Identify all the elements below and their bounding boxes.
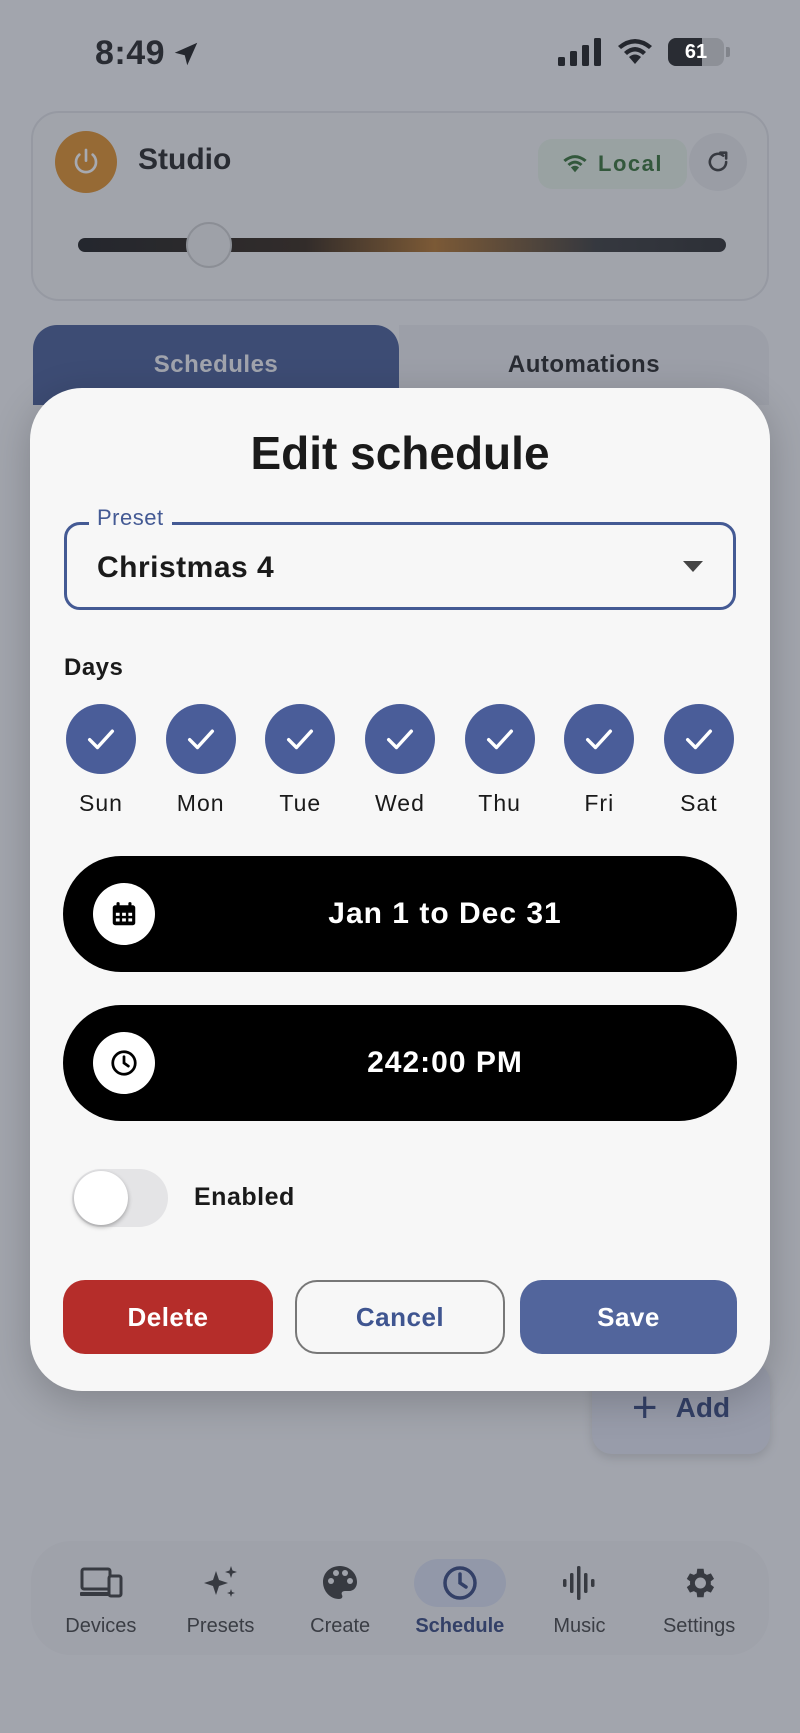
- time-text: 242:00 PM: [367, 1046, 523, 1079]
- day-toggle-mon[interactable]: Mon: [164, 704, 238, 817]
- day-label: Fri: [584, 790, 615, 816]
- day-label: Mon: [176, 790, 225, 816]
- day-toggle-fri[interactable]: Fri: [562, 704, 636, 817]
- day-toggle-thu[interactable]: Thu: [463, 704, 537, 817]
- caret-down-icon: [683, 561, 703, 572]
- battery-level: 61: [684, 40, 708, 63]
- day-checkbox[interactable]: [66, 704, 136, 774]
- check-icon: [287, 729, 314, 750]
- day-label: Sun: [79, 790, 123, 816]
- day-checkbox[interactable]: [464, 704, 535, 774]
- day-checkbox[interactable]: [564, 704, 635, 774]
- check-icon: [386, 729, 414, 750]
- time-button[interactable]: 242:00 PM: [63, 1005, 737, 1121]
- enabled-switch[interactable]: [72, 1169, 168, 1227]
- day-checkbox[interactable]: [364, 704, 435, 774]
- date-range-text: Jan 1 to Dec 31: [328, 897, 562, 930]
- battery-indicator: 61: [668, 38, 724, 66]
- day-label: Thu: [478, 790, 521, 816]
- day-toggle-tue[interactable]: Tue: [263, 704, 337, 817]
- day-checkbox[interactable]: [165, 704, 236, 774]
- day-label: Tue: [279, 790, 322, 816]
- enabled-label: Enabled: [194, 1183, 295, 1211]
- clock-icon: [93, 1032, 155, 1094]
- save-button[interactable]: Save: [520, 1280, 737, 1354]
- date-range-button[interactable]: Jan 1 to Dec 31: [63, 856, 737, 972]
- check-icon: [685, 729, 712, 750]
- days-selector: Sun Mon Tue Wed Thu Fri Sat: [64, 704, 736, 817]
- day-toggle-wed[interactable]: Wed: [363, 704, 437, 817]
- check-icon: [187, 729, 214, 750]
- day-label: Sat: [680, 790, 718, 816]
- day-toggle-sun[interactable]: Sun: [64, 704, 138, 817]
- check-icon: [87, 729, 115, 750]
- day-label: Wed: [375, 790, 425, 816]
- day-checkbox[interactable]: [663, 704, 734, 774]
- preset-label: Preset: [89, 505, 172, 531]
- day-checkbox[interactable]: [265, 704, 336, 774]
- day-toggle-sat[interactable]: Sat: [662, 704, 736, 817]
- days-label: Days: [64, 654, 124, 681]
- switch-knob: [74, 1171, 128, 1225]
- cancel-button[interactable]: Cancel: [295, 1280, 505, 1354]
- dialog-title: Edit schedule: [250, 427, 550, 479]
- check-icon: [486, 729, 513, 750]
- delete-button[interactable]: Delete: [63, 1280, 273, 1354]
- calendar-icon: [93, 883, 155, 945]
- preset-value: Christmas 4: [97, 551, 275, 584]
- preset-dropdown[interactable]: Preset Christmas 4: [64, 505, 736, 610]
- edit-schedule-dialog: Edit schedule Preset Christmas 4 Days Su…: [30, 388, 770, 1391]
- check-icon: [586, 729, 613, 750]
